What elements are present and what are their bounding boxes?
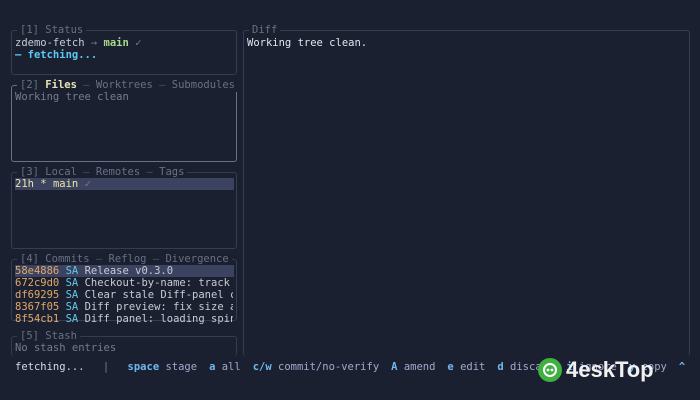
- branch-name: main: [52, 178, 79, 190]
- commit-author: SA: [65, 289, 79, 301]
- tab-divergence[interactable]: Divergence: [165, 253, 228, 265]
- current-branch-marker: *: [40, 178, 47, 190]
- tab-separator: –: [152, 253, 160, 265]
- commit-hash: 8367f05: [15, 301, 60, 313]
- tab-remotes[interactable]: Remotes: [96, 166, 140, 178]
- check-icon: ✓: [84, 178, 91, 190]
- commit-row[interactable]: 58e4886 SA Release v0.3.0: [15, 265, 234, 277]
- files-panel-number: [2]: [20, 79, 39, 91]
- key-amend[interactable]: A: [391, 361, 397, 373]
- current-branch: main: [103, 37, 129, 49]
- branch-row[interactable]: 21h * main ✓: [15, 178, 234, 190]
- commit-message: Diff preview: fix size an: [84, 301, 233, 313]
- key-discard[interactable]: d: [497, 361, 503, 373]
- tab-files[interactable]: Files: [45, 79, 77, 91]
- commit-row[interactable]: 672c9d0 SA Checkout-by-name: track r: [15, 277, 233, 289]
- key-commit[interactable]: c/w: [253, 361, 272, 373]
- key-edit[interactable]: e: [447, 361, 453, 373]
- commit-hash: 672c9d0: [15, 277, 60, 289]
- check-icon: ✓: [135, 37, 142, 49]
- commit-row[interactable]: df69295 SA Clear stale Diff-panel ce: [15, 289, 233, 301]
- commit-row[interactable]: 8f54cb1 SA Diff panel: loading spinn: [15, 313, 233, 325]
- tab-commits[interactable]: Commits: [45, 253, 89, 265]
- tab-tags[interactable]: Tags: [159, 166, 184, 178]
- commit-author: SA: [65, 301, 79, 313]
- tab-reflog[interactable]: Reflog: [109, 253, 147, 265]
- commits-panel-number: [4]: [20, 253, 39, 265]
- tab-separator: –: [83, 79, 90, 91]
- watermark: 4eskTop: [538, 356, 688, 384]
- diff-panel[interactable]: Diff Working tree clean.: [243, 24, 690, 356]
- key-a-desc: all: [221, 361, 241, 373]
- diff-content: Working tree clean.: [247, 37, 368, 49]
- commit-row[interactable]: 8367f05 SA Diff preview: fix size an: [15, 301, 233, 313]
- commit-message: Checkout-by-name: track r: [84, 277, 233, 289]
- stash-panel[interactable]: [5] Stash No stash entries: [11, 330, 237, 356]
- key-a[interactable]: a: [209, 361, 215, 373]
- files-empty-text: Working tree clean: [15, 91, 129, 103]
- fetch-activity: – fetching...: [15, 49, 98, 61]
- key-space-desc: stage: [165, 361, 198, 373]
- branches-panel[interactable]: [3] Local – Remotes – Tags 21h * main ✓: [11, 166, 237, 249]
- tab-submodules[interactable]: Submodules: [172, 79, 235, 91]
- commit-message: Clear stale Diff-panel ce: [84, 289, 233, 301]
- branch-age: 21h: [15, 178, 34, 190]
- watermark-logo-icon: [538, 358, 562, 382]
- repo-name: zdemo-fetch: [15, 37, 85, 49]
- status-divider: |: [102, 361, 110, 373]
- tab-local[interactable]: Local: [45, 166, 77, 178]
- commit-hash: 8f54cb1: [15, 313, 60, 325]
- commit-message: Diff panel: loading spinn: [84, 313, 233, 325]
- status-panel[interactable]: [1] Status zdemo-fetch → main ✓ – fetchi…: [11, 24, 237, 75]
- arrow-icon: →: [90, 37, 98, 49]
- commits-panel[interactable]: [4] Commits – Reflog – Divergence 58e488…: [11, 253, 237, 325]
- commit-author: SA: [65, 313, 79, 325]
- tab-separator: –: [159, 79, 166, 91]
- tab-separator: –: [95, 253, 103, 265]
- status-panel-title: [1] Status: [17, 24, 87, 37]
- key-edit-desc: edit: [460, 361, 486, 373]
- tab-separator: –: [83, 166, 90, 178]
- stash-empty-text: No stash entries: [15, 342, 117, 354]
- commit-message: Release v0.3.0: [84, 265, 174, 277]
- commit-author: SA: [65, 277, 79, 289]
- commit-hash: df69295: [15, 289, 60, 301]
- tab-worktrees[interactable]: Worktrees: [96, 79, 153, 91]
- watermark-text: 4eskTop: [566, 357, 654, 382]
- files-panel[interactable]: [2] Files – Worktrees – Submodules Worki…: [11, 79, 238, 162]
- status-state: fetching...: [15, 361, 85, 373]
- key-commit-desc: commit/no-verify: [278, 361, 380, 373]
- diff-panel-title: Diff: [249, 24, 281, 37]
- key-amend-desc: amend: [403, 361, 436, 373]
- tab-separator: –: [146, 166, 153, 178]
- branches-panel-number: [3]: [20, 166, 39, 178]
- commit-hash: 58e4886: [15, 265, 60, 277]
- key-space[interactable]: space: [128, 361, 160, 373]
- commit-author: SA: [65, 265, 79, 277]
